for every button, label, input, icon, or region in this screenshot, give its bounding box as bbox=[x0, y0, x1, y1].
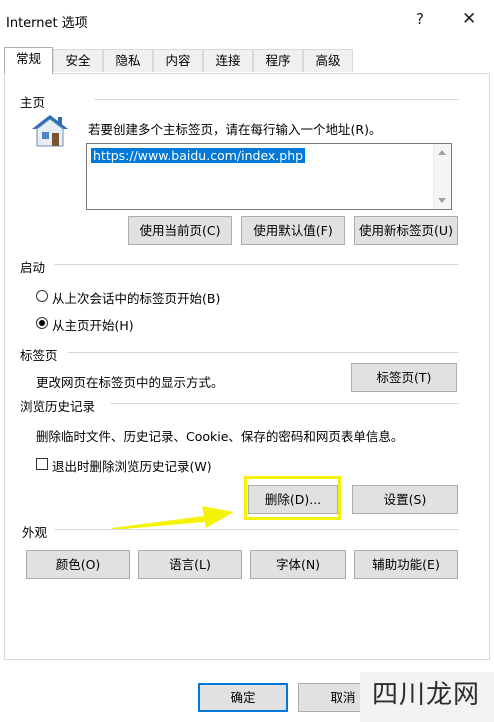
history-settings-button[interactable]: 设置(S) bbox=[352, 485, 458, 514]
accessibility-button[interactable]: 辅助功能(E) bbox=[354, 550, 458, 579]
scroll-down-icon[interactable] bbox=[438, 198, 446, 203]
homepage-url-textarea[interactable]: https://www.baidu.com/index.php bbox=[86, 143, 452, 210]
delete-on-exit-checkbox[interactable] bbox=[36, 458, 48, 470]
startup-separator bbox=[54, 264, 459, 265]
home-icon bbox=[30, 113, 70, 149]
homepage-url-value: https://www.baidu.com/index.php bbox=[91, 148, 306, 163]
use-current-button[interactable]: 使用当前页(C) bbox=[128, 216, 232, 245]
close-button[interactable]: ✕ bbox=[462, 9, 476, 29]
tab-connections[interactable]: 连接 bbox=[203, 49, 253, 72]
tabs-separator bbox=[68, 352, 459, 353]
homepage-separator bbox=[94, 99, 459, 100]
window-title: Internet 选项 bbox=[6, 16, 88, 31]
ok-button[interactable]: 确定 bbox=[198, 683, 288, 712]
colors-button[interactable]: 颜色(O) bbox=[26, 550, 130, 579]
tab-security[interactable]: 安全 bbox=[53, 49, 103, 72]
tab-content[interactable]: 内容 bbox=[153, 49, 203, 72]
annotation-highlight-box bbox=[244, 476, 341, 520]
radio-last-session[interactable] bbox=[36, 290, 48, 302]
tab-privacy[interactable]: 隐私 bbox=[103, 49, 153, 72]
appearance-group-label: 外观 bbox=[22, 525, 48, 540]
scroll-up-icon[interactable] bbox=[438, 150, 446, 155]
tab-programs[interactable]: 程序 bbox=[253, 49, 303, 72]
help-button[interactable]: ? bbox=[416, 10, 424, 28]
history-separator bbox=[110, 403, 459, 404]
fonts-button[interactable]: 字体(N) bbox=[250, 550, 346, 579]
url-scrollbar[interactable] bbox=[433, 144, 451, 209]
history-description: 删除临时文件、历史记录、Cookie、保存的密码和网页表单信息。 bbox=[36, 429, 404, 444]
use-default-button[interactable]: 使用默认值(F) bbox=[241, 216, 345, 245]
watermark: 四川龙网 bbox=[372, 680, 481, 710]
startup-group-label: 启动 bbox=[20, 260, 46, 275]
history-group-label: 浏览历史记录 bbox=[20, 399, 96, 414]
homepage-description: 若要创建多个主标签页，请在每行输入一个地址(R)。 bbox=[88, 122, 382, 137]
tabs-group-label: 标签页 bbox=[20, 348, 58, 363]
tab-advanced[interactable]: 高级 bbox=[303, 49, 353, 72]
radio-homepage-label: 从主页开始(H) bbox=[52, 318, 134, 333]
tab-general[interactable]: 常规 bbox=[4, 47, 53, 74]
delete-on-exit-label: 退出时删除浏览历史记录(W) bbox=[52, 459, 212, 474]
tabs-settings-button[interactable]: 标签页(T) bbox=[351, 363, 457, 392]
appearance-separator bbox=[54, 529, 459, 530]
tabs-description: 更改网页在标签页中的显示方式。 bbox=[36, 375, 224, 390]
radio-last-session-label: 从上次会话中的标签页开始(B) bbox=[52, 291, 221, 306]
homepage-group-label: 主页 bbox=[20, 95, 46, 110]
use-new-tab-button[interactable]: 使用新标签页(U) bbox=[354, 216, 458, 245]
radio-homepage[interactable] bbox=[36, 317, 48, 329]
languages-button[interactable]: 语言(L) bbox=[138, 550, 242, 579]
